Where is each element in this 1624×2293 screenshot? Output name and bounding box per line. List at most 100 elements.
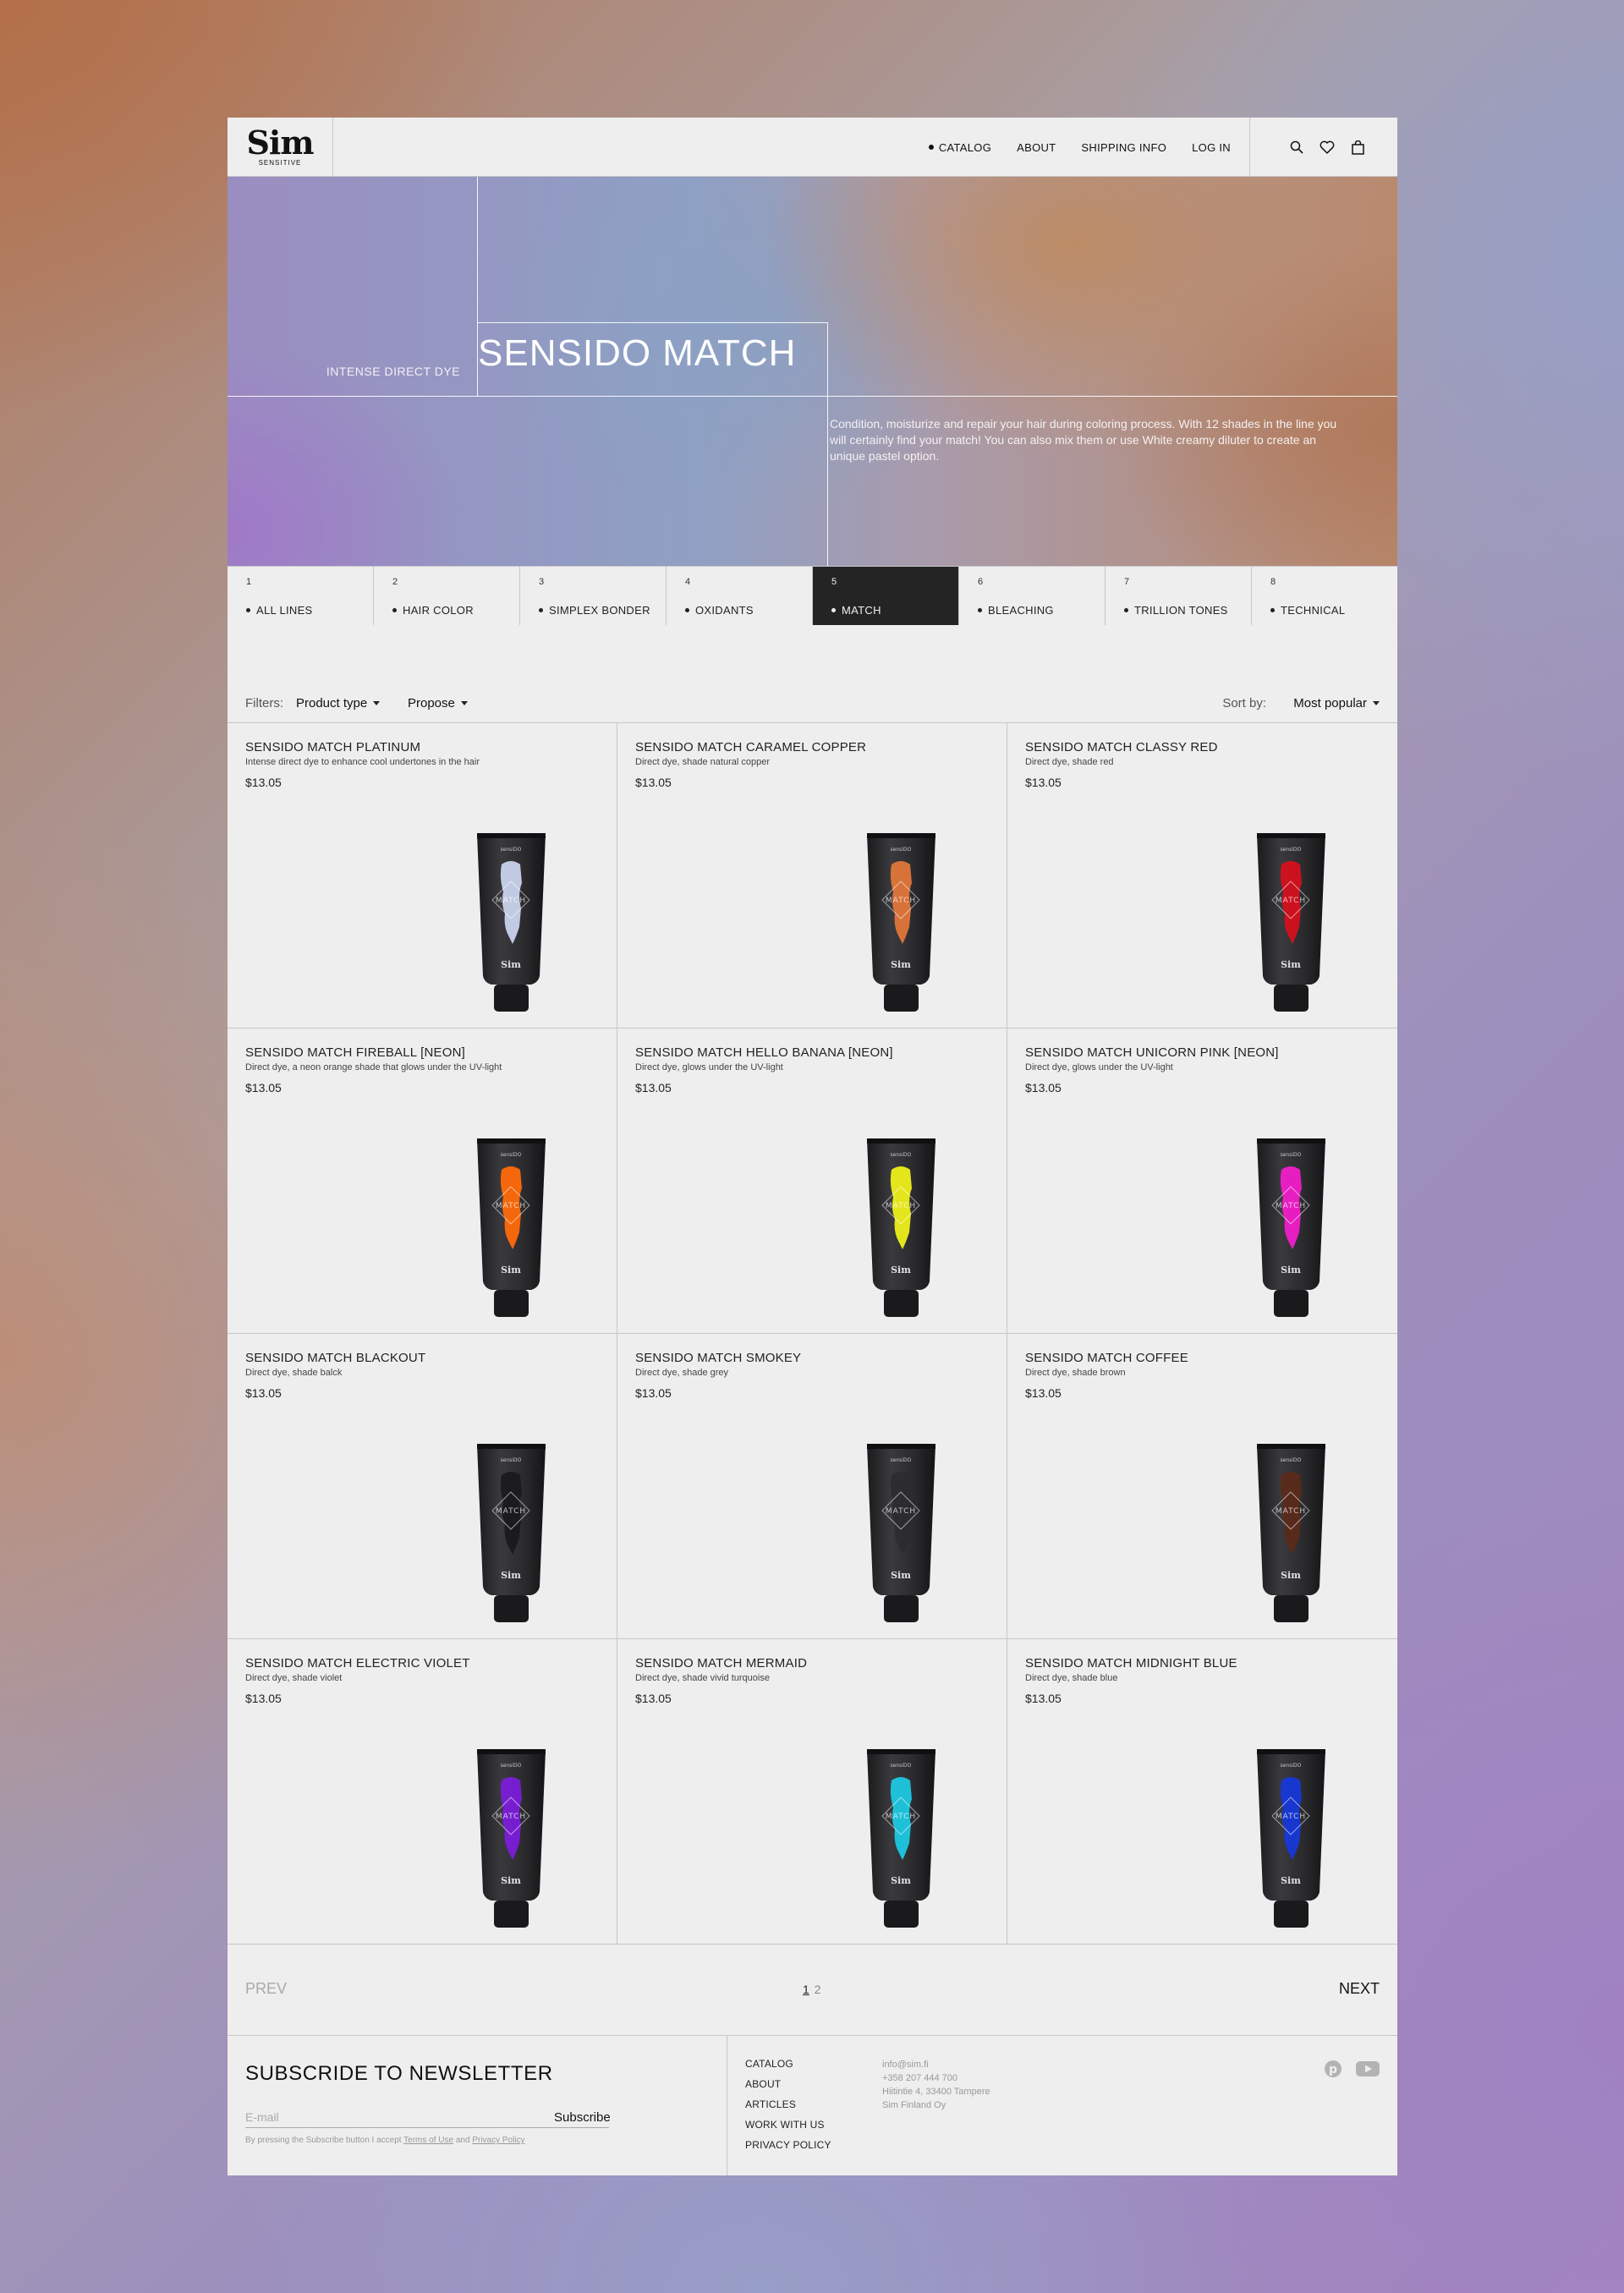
newsletter-note: By pressing the Subscribe button I accep… <box>245 2136 525 2145</box>
product-image[interactable]: MATCH sensiDO Sim <box>475 1138 547 1319</box>
next-button[interactable]: NEXT <box>1339 1980 1380 1998</box>
footer-link-about[interactable]: ABOUT <box>745 2078 831 2090</box>
filter-bar: Filters: Product type Propose Sort by: M… <box>228 686 1397 720</box>
page-2-link[interactable]: 2 <box>815 1983 821 1996</box>
product-image[interactable]: MATCH sensiDO Sim <box>865 832 937 1014</box>
search-icon[interactable] <box>1289 140 1304 155</box>
footer: SUBSCRIDE TO NEWSLETTER Subscribe By pre… <box>228 2036 1397 2175</box>
sort-label: Sort by: <box>1222 696 1266 710</box>
product-image[interactable]: MATCH sensiDO Sim <box>1255 1748 1327 1930</box>
tab-match[interactable]: 5 MATCH <box>813 567 959 625</box>
tab-oxidants[interactable]: 4 OXIDANTS <box>667 567 813 625</box>
footer-link-work-with-us[interactable]: WORK WITH US <box>745 2119 831 2131</box>
product-card-hello-banana-neon[interactable]: SENSIDO MATCH HELLO BANANA [NEON] Direct … <box>617 1029 1007 1334</box>
footer-link-privacy-policy[interactable]: PRIVACY POLICY <box>745 2139 831 2151</box>
hero-banner: INTENSE DIRECT DYE SENSIDO MATCH Conditi… <box>228 177 1397 566</box>
product-card-caramel-copper[interactable]: SENSIDO MATCH CARAMEL COPPER Direct dye, … <box>617 723 1007 1029</box>
sort-dropdown[interactable]: Most popular <box>1293 696 1380 710</box>
heart-icon[interactable] <box>1320 140 1335 155</box>
svg-text:sensiDO: sensiDO <box>891 1152 912 1158</box>
footer-link-catalog[interactable]: CATALOG <box>745 2058 831 2070</box>
nav-about[interactable]: ABOUT <box>1017 141 1056 154</box>
product-image[interactable]: MATCH sensiDO Sim <box>865 1748 937 1930</box>
propose-dropdown[interactable]: Propose <box>408 696 468 710</box>
subscribe-button[interactable]: Subscribe <box>554 2107 611 2128</box>
nav-log-in[interactable]: LOG IN <box>1192 141 1231 154</box>
svg-text:sensiDO: sensiDO <box>501 847 522 853</box>
product-name[interactable]: SENSIDO MATCH ELECTRIC VIOLET <box>245 1656 470 1670</box>
product-name[interactable]: SENSIDO MATCH COFFEE <box>1025 1351 1188 1365</box>
nav-shipping-info[interactable]: SHIPPING INFO <box>1081 141 1166 154</box>
product-type-dropdown[interactable]: Product type <box>296 696 381 710</box>
tab-label: TRILLION TONES <box>1124 604 1228 617</box>
tab-trillion-tones[interactable]: 7 TRILLION TONES <box>1106 567 1252 625</box>
privacy-link[interactable]: Privacy Policy <box>472 2136 524 2145</box>
tab-simplex-bonder[interactable]: 3 SIMPLEX BONDER <box>520 567 667 625</box>
product-name[interactable]: SENSIDO MATCH CLASSY RED <box>1025 740 1218 754</box>
product-name[interactable]: SENSIDO MATCH CARAMEL COPPER <box>635 740 866 754</box>
nav-catalog[interactable]: CATALOG <box>929 141 991 154</box>
product-image[interactable]: MATCH sensiDO Sim <box>865 1138 937 1319</box>
tab-label: HAIR COLOR <box>392 604 474 617</box>
svg-text:Sim: Sim <box>501 1264 521 1275</box>
tab-number: 3 <box>539 577 545 587</box>
terms-link[interactable]: Terms of Use <box>403 2136 453 2145</box>
header: Sim SENSITIVE CATALOG ABOUT SHIPPING INF… <box>228 118 1397 177</box>
product-image[interactable]: MATCH sensiDO Sim <box>475 1748 547 1930</box>
product-card-coffee[interactable]: SENSIDO MATCH COFFEE Direct dye, shade br… <box>1007 1334 1397 1639</box>
product-name[interactable]: SENSIDO MATCH FIREBALL [NEON] <box>245 1045 465 1060</box>
svg-text:Sim: Sim <box>891 1570 911 1581</box>
product-image[interactable]: MATCH sensiDO Sim <box>475 832 547 1014</box>
product-price: $13.05 <box>1025 1386 1062 1400</box>
product-card-electric-violet[interactable]: SENSIDO MATCH ELECTRIC VIOLET Direct dye,… <box>228 1639 617 1945</box>
product-price: $13.05 <box>245 776 282 789</box>
tab-hair-color[interactable]: 2 HAIR COLOR <box>374 567 520 625</box>
product-name[interactable]: SENSIDO MATCH HELLO BANANA [NEON] <box>635 1045 893 1060</box>
product-card-midnight-blue[interactable]: SENSIDO MATCH MIDNIGHT BLUE Direct dye, s… <box>1007 1639 1397 1945</box>
product-image[interactable]: MATCH sensiDO Sim <box>865 1443 937 1625</box>
tab-label: BLEACHING <box>978 604 1054 617</box>
contact-email[interactable]: info@sim.fi <box>882 2058 990 2071</box>
bag-icon[interactable] <box>1350 140 1365 155</box>
product-description: Direct dye, shade violet <box>245 1673 343 1683</box>
product-image[interactable]: MATCH sensiDO Sim <box>1255 1138 1327 1319</box>
product-price: $13.05 <box>1025 1692 1062 1705</box>
product-name[interactable]: SENSIDO MATCH MIDNIGHT BLUE <box>1025 1656 1237 1670</box>
svg-text:Sim: Sim <box>501 959 521 970</box>
product-card-unicorn-pink-neon[interactable]: SENSIDO MATCH UNICORN PINK [NEON] Direct … <box>1007 1029 1397 1334</box>
logo[interactable]: Sim SENSITIVE <box>228 118 333 177</box>
product-card-blackout[interactable]: SENSIDO MATCH BLACKOUT Direct dye, shade … <box>228 1334 617 1639</box>
pinterest-icon[interactable]: p <box>1324 2060 1342 2082</box>
product-image[interactable]: MATCH sensiDO Sim <box>1255 1443 1327 1625</box>
prev-button[interactable]: PREV <box>245 1980 287 1998</box>
youtube-icon[interactable] <box>1356 2060 1380 2082</box>
product-name[interactable]: SENSIDO MATCH BLACKOUT <box>245 1351 425 1365</box>
product-price: $13.05 <box>245 1692 282 1705</box>
product-card-smokey[interactable]: SENSIDO MATCH SMOKEY Direct dye, shade gr… <box>617 1334 1007 1639</box>
product-card-mermaid[interactable]: SENSIDO MATCH MERMAID Direct dye, shade v… <box>617 1639 1007 1945</box>
product-image[interactable]: MATCH sensiDO Sim <box>1255 832 1327 1014</box>
footer-link-articles[interactable]: ARTICLES <box>745 2098 831 2110</box>
svg-text:sensiDO: sensiDO <box>891 1457 912 1463</box>
page-1-link[interactable]: 1 <box>803 1983 809 1996</box>
propose-label: Propose <box>408 696 455 710</box>
product-image[interactable]: MATCH sensiDO Sim <box>475 1443 547 1625</box>
product-name[interactable]: SENSIDO MATCH SMOKEY <box>635 1351 801 1365</box>
product-card-classy-red[interactable]: SENSIDO MATCH CLASSY RED Direct dye, shad… <box>1007 723 1397 1029</box>
product-name[interactable]: SENSIDO MATCH UNICORN PINK [NEON] <box>1025 1045 1279 1060</box>
chevron-down-icon <box>373 701 381 705</box>
product-name[interactable]: SENSIDO MATCH PLATINUM <box>245 740 420 754</box>
tab-all-lines[interactable]: 1 ALL LINES <box>228 567 374 625</box>
tab-technical[interactable]: 8 TECHNICAL <box>1252 567 1397 625</box>
main-nav: CATALOG ABOUT SHIPPING INFO LOG IN <box>929 118 1231 177</box>
product-name[interactable]: SENSIDO MATCH MERMAID <box>635 1656 807 1670</box>
contact-company: Sim Finland Oy <box>882 2100 946 2110</box>
product-card-fireball-neon[interactable]: SENSIDO MATCH FIREBALL [NEON] Direct dye,… <box>228 1029 617 1334</box>
page-numbers: 12 <box>803 1983 821 1996</box>
product-price: $13.05 <box>635 1386 672 1400</box>
tab-bleaching[interactable]: 6 BLEACHING <box>959 567 1106 625</box>
tab-number: 7 <box>1124 577 1130 587</box>
product-price: $13.05 <box>1025 776 1062 789</box>
svg-text:MATCH: MATCH <box>1276 1507 1306 1516</box>
product-card-platinum[interactable]: SENSIDO MATCH PLATINUM Intense direct dye… <box>228 723 617 1029</box>
